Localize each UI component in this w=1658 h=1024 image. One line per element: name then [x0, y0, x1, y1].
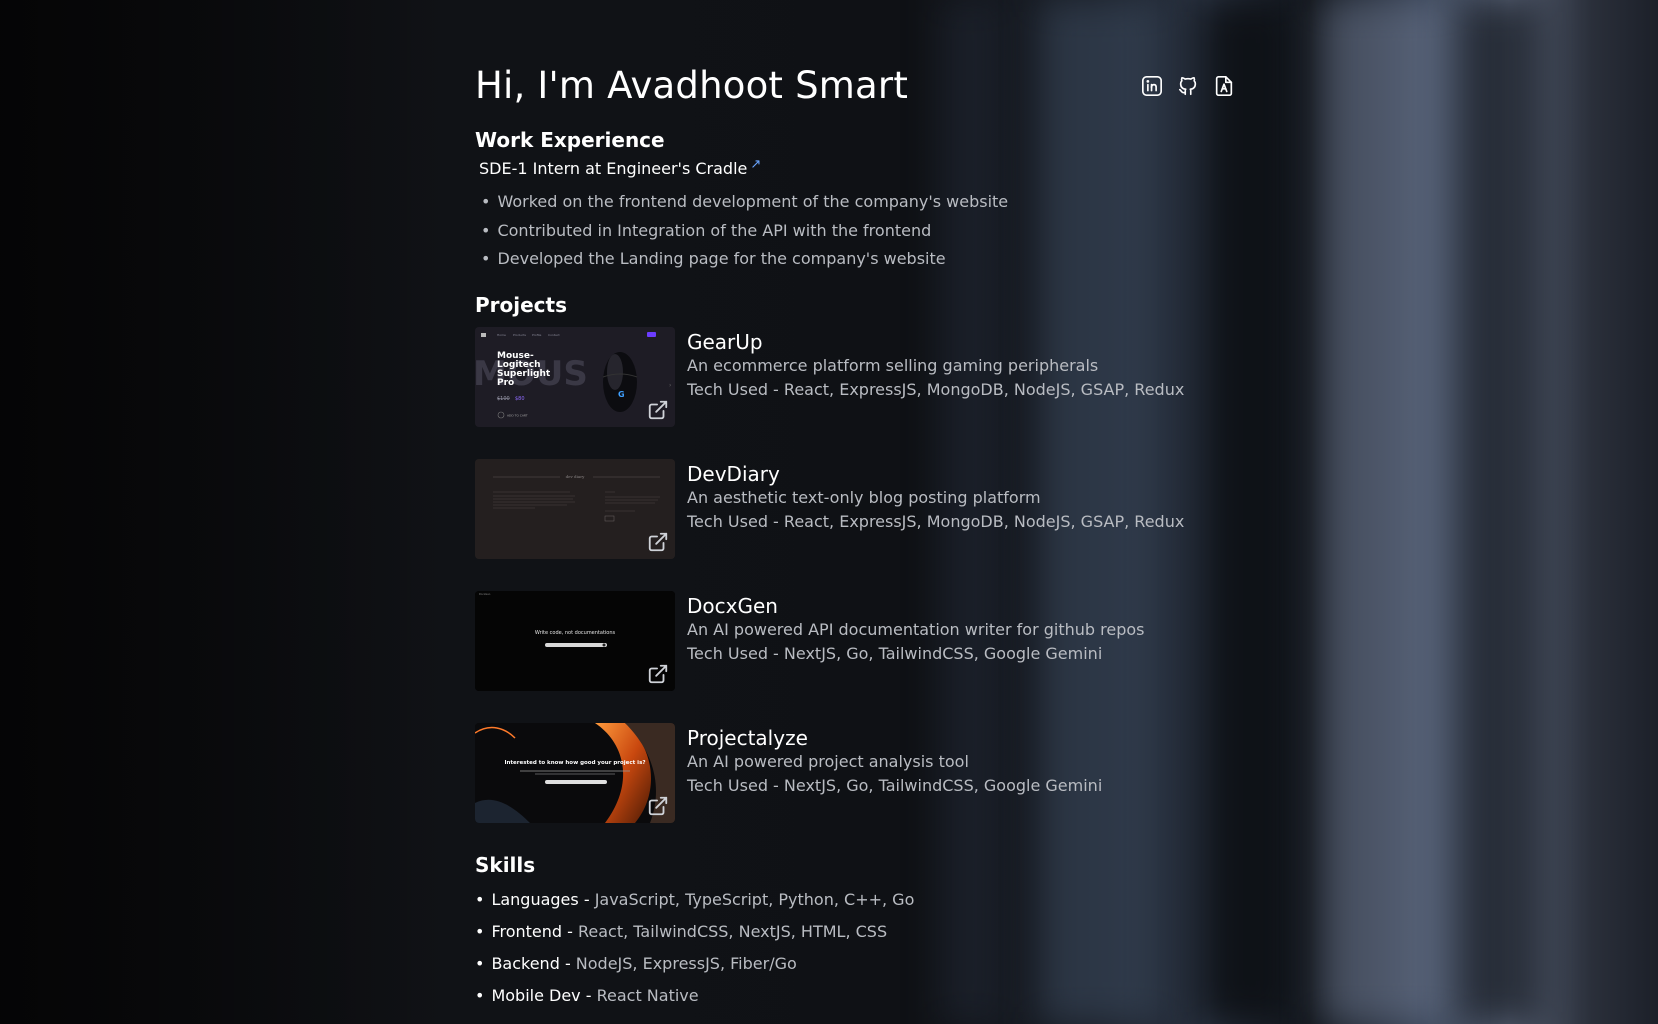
project-card-devdiary: dev diary DevDiary An aesthetic text-onl… [475, 459, 1235, 559]
list-item: Developed the Landing page for the compa… [481, 247, 1008, 276]
projects-heading: Projects [475, 293, 568, 317]
gearup-screenshot: Home Products Profile Contact MOUS Mouse- L… [475, 327, 675, 427]
project-name[interactable]: Projectalyze [687, 726, 1102, 750]
open-link-icon[interactable] [647, 663, 669, 685]
project-card-gearup: Home Products Profile Contact MOUS Mouse- L… [475, 327, 1235, 427]
skill-category: Backend - [491, 954, 576, 973]
thumb-headline-line: Pro [497, 378, 514, 388]
skill-item: Languages - JavaScript, TypeScript, Pyth… [475, 888, 914, 920]
gearup-accent-button [647, 332, 656, 337]
project-name[interactable]: DevDiary [687, 462, 1184, 486]
project-description: An ecommerce platform selling gaming per… [687, 356, 1099, 375]
svg-text:Products: Products [513, 333, 526, 337]
thumb-headline: Interested to know how good your project… [504, 760, 645, 766]
project-card-docxgen: DocxGen Write code, not documentations D… [475, 591, 1235, 691]
skill-category: Mobile Dev - [491, 986, 597, 1005]
svg-text:›: › [669, 382, 671, 389]
project-card-projectalyze: Interested to know how good your project… [475, 723, 1235, 823]
external-link-icon[interactable]: ↗ [750, 158, 761, 171]
project-tech: Tech Used - React, ExpressJS, MongoDB, N… [687, 512, 1185, 531]
skill-item: Mobile Dev - React Native [475, 984, 914, 1016]
devdiary-screenshot: dev diary [475, 459, 675, 559]
skill-values: React, TailwindCSS, NextJS, HTML, CSS [578, 922, 888, 941]
list-item: Contributed in Integration of the API wi… [481, 219, 1008, 248]
work-experience-heading: Work Experience [475, 128, 665, 152]
project-thumbnail[interactable]: Home Products Profile Contact MOUS Mouse- L… [475, 327, 675, 427]
skill-category: Frontend - [491, 922, 578, 941]
linkedin-icon[interactable] [1141, 74, 1163, 98]
skill-category: Languages - [491, 890, 595, 909]
project-tech: Tech Used - NextJS, Go, TailwindCSS, Goo… [687, 776, 1103, 795]
thumb-brand: dev diary [566, 474, 586, 479]
project-name[interactable]: DocxGen [687, 594, 1145, 618]
svg-text:Home: Home [497, 333, 506, 337]
project-tech: Tech Used - React, ExpressJS, MongoDB, N… [687, 380, 1185, 399]
project-info: GearUp An ecommerce platform selling gam… [687, 330, 1184, 402]
skills-list: Languages - JavaScript, TypeScript, Pyth… [475, 888, 914, 1016]
skill-values: React Native [596, 986, 699, 1005]
thumb-headline: Write code, not documentations [535, 630, 616, 636]
thumb-old-price: $100 [497, 396, 510, 402]
skill-item: Backend - NodeJS, ExpressJS, Fiber/Go [475, 952, 914, 984]
svg-text:Contact: Contact [548, 333, 560, 337]
svg-text:Profile: Profile [532, 333, 541, 337]
project-info: DocxGen An AI powered API documentation … [687, 594, 1145, 666]
project-info: Projectalyze An AI powered project analy… [687, 726, 1102, 798]
skills-heading: Skills [475, 853, 536, 877]
open-link-icon[interactable] [647, 399, 669, 421]
work-bullets: Worked on the frontend development of th… [481, 190, 1008, 276]
social-links [1141, 74, 1235, 98]
open-link-icon[interactable] [647, 531, 669, 553]
hero: Hi, I'm Avadhoot Smart [475, 64, 1235, 112]
project-thumbnail[interactable]: dev diary [475, 459, 675, 559]
skill-values: JavaScript, TypeScript, Python, C++, Go [594, 890, 915, 909]
work-role: SDE-1 Intern at Engineer's Cradle ↗ [479, 158, 761, 178]
project-thumbnail[interactable]: DocxGen Write code, not documentations [475, 591, 675, 691]
project-thumbnail[interactable]: Interested to know how good your project… [475, 723, 675, 823]
project-info: DevDiary An aesthetic text-only blog pos… [687, 462, 1184, 534]
skill-values: NodeJS, ExpressJS, Fiber/Go [575, 954, 797, 973]
project-description: An AI powered API documentation writer f… [687, 620, 1145, 639]
projectalyze-screenshot: Interested to know how good your project… [475, 723, 675, 823]
github-icon[interactable] [1177, 74, 1199, 98]
project-name[interactable]: GearUp [687, 330, 1184, 354]
work-role-title: SDE-1 Intern at Engineer's Cradle [479, 159, 748, 178]
list-item: Worked on the frontend development of th… [481, 190, 1008, 219]
thumb-new-price: $80 [515, 396, 525, 402]
project-description: An AI powered project analysis tool [687, 752, 969, 771]
page-title: Hi, I'm Avadhoot Smart [475, 64, 909, 107]
mouse-image: G [602, 352, 638, 412]
skill-item: Frontend - React, TailwindCSS, NextJS, H… [475, 920, 914, 952]
thumb-brand: DocxGen [479, 592, 491, 596]
thumb-cart-label: ADD TO CART [507, 414, 528, 418]
svg-text:G: G [618, 390, 625, 399]
resume-icon[interactable] [1213, 74, 1235, 98]
project-description: An aesthetic text-only blog posting plat… [687, 488, 1041, 507]
docxgen-screenshot: DocxGen Write code, not documentations [475, 591, 675, 691]
open-link-icon[interactable] [647, 795, 669, 817]
project-tech: Tech Used - NextJS, Go, TailwindCSS, Goo… [687, 644, 1103, 663]
